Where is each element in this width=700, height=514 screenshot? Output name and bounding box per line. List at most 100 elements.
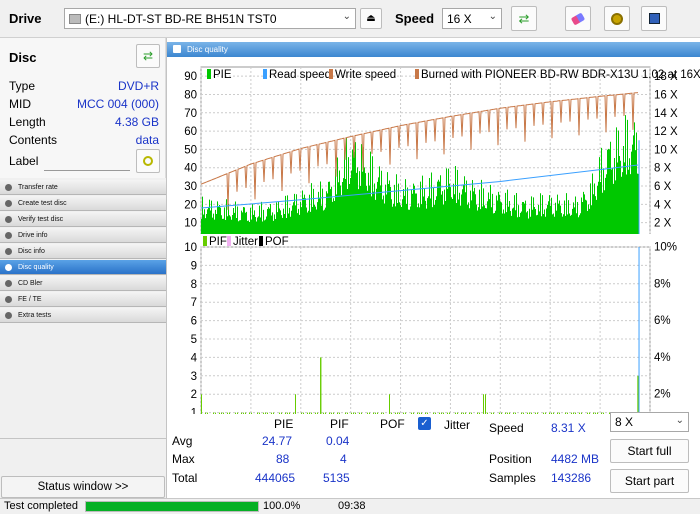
y-tick-label: 10 — [184, 242, 197, 254]
progress-fill — [86, 502, 258, 511]
nav-item-disc-info[interactable]: Disc info — [0, 244, 166, 259]
chevron-down-icon: ⌄ — [488, 11, 497, 22]
disc-contents-value: data — [135, 133, 159, 147]
y-tick-label: 6 — [191, 316, 197, 328]
status-window-button[interactable]: Status window >> — [1, 476, 165, 498]
nav-icon — [5, 232, 12, 239]
legend-label-0: PIE — [213, 69, 232, 81]
nav-label: Drive info — [18, 232, 48, 239]
y2-tick-label: 2% — [654, 389, 671, 401]
position-label: Position — [489, 452, 532, 466]
y-tick-label: 5 — [191, 334, 197, 346]
nav-icon — [5, 280, 12, 287]
test-speed-select[interactable]: 8 X ⌄ — [610, 412, 689, 432]
avg-pif: 0.04 — [326, 434, 350, 448]
legend-swatch — [207, 69, 211, 79]
progress-bar — [85, 501, 259, 512]
y-tick-label: 90 — [184, 71, 197, 83]
gears-icon — [611, 12, 623, 25]
y-tick-label: 2 — [191, 389, 197, 401]
nav-label: FE / TE — [18, 296, 42, 303]
legend-swatch — [227, 236, 231, 246]
y-tick-label: 70 — [184, 108, 197, 120]
y2-tick-label: 12 X — [654, 126, 678, 138]
nav-icon — [5, 248, 12, 255]
disc-type-key: Type — [9, 79, 36, 93]
speed-select[interactable]: 16 X ⌄ — [442, 8, 502, 29]
y-tick-label: 10 — [184, 218, 197, 230]
nav-label: Disc quality — [18, 264, 54, 271]
legend-swatch — [203, 236, 207, 246]
nav-item-cd-bler[interactable]: CD Bler — [0, 276, 166, 291]
drive-select[interactable]: (E:) HL-DT-ST BD-RE BH51N TST0 ⌄ — [64, 8, 356, 29]
y2-tick-label: 4 X — [654, 199, 672, 211]
nav-label: Disc info — [18, 248, 45, 255]
nav-label: Verify test disc — [18, 216, 64, 223]
eraser-icon — [570, 12, 586, 25]
nav-item-drive-info[interactable]: Drive info — [0, 228, 166, 243]
settings-button[interactable] — [604, 6, 630, 31]
save-button[interactable] — [641, 6, 667, 31]
speed-label: Speed — [395, 11, 435, 26]
jitter-checkbox[interactable]: ✓ — [418, 417, 431, 430]
y2-tick-label: 8% — [654, 278, 671, 290]
y-tick-label: 4 — [191, 352, 198, 364]
nav-icon — [5, 296, 12, 303]
disc-refresh-button[interactable]: ⇄ — [136, 44, 160, 68]
y2-tick-label: 2 X — [654, 218, 672, 230]
y2-tick-label: 10% — [654, 242, 677, 254]
divider — [0, 438, 166, 439]
disc-mid-value: MCC 004 (000) — [76, 97, 159, 111]
erase-button[interactable] — [565, 6, 591, 31]
disc-length-value: 4.38 GB — [114, 115, 159, 129]
refresh-icon: ⇄ — [142, 49, 154, 63]
disc-length-key: Length — [9, 115, 46, 129]
nav-item-transfer-rate[interactable]: Transfer rate — [0, 180, 166, 195]
legend-label-0: PIF — [209, 236, 227, 248]
nav-icon — [5, 200, 12, 207]
eject-button[interactable]: ⏏ — [360, 8, 382, 29]
nav-label: CD Bler — [18, 280, 43, 287]
disc-label-button[interactable] — [136, 149, 160, 173]
nav-item-extra-tests[interactable]: Extra tests — [0, 308, 166, 323]
main-panel: Disc quality 0.00.51.01.52.02.53.03.54.0… — [166, 38, 700, 498]
nav-label: Transfer rate — [18, 184, 58, 191]
start-part-button[interactable]: Start part — [610, 469, 689, 493]
y2-tick-label: 6% — [654, 315, 671, 327]
y-tick-label: 50 — [184, 144, 197, 156]
nav-item-create-test-disc[interactable]: Create test disc — [0, 196, 166, 211]
disc-label-key: Label — [9, 154, 39, 168]
nav-item-fe-te[interactable]: FE / TE — [0, 292, 166, 307]
nav-icon — [5, 312, 12, 319]
start-full-label: Start full — [627, 444, 672, 458]
y2-tick-label: 8 X — [654, 163, 672, 175]
pif-chart: 1 2 3 4 5 6 7 8 9 10 2% 4% 6% 8% 10% PIF Jitter POF — [184, 236, 677, 432]
speed-value: 16 X — [447, 11, 472, 26]
disc-mid-key: MID — [9, 97, 31, 111]
refresh-icon: ⇄ — [518, 10, 530, 26]
elapsed-time: 09:38 — [338, 500, 366, 512]
y-tick-label: 20 — [184, 199, 197, 211]
status-bar: Test completed 100.0% 09:38 — [0, 498, 700, 514]
y2-tick-label: 10 X — [654, 144, 678, 156]
disc-label-input[interactable] — [44, 151, 130, 171]
y2-tick-label: 14 X — [654, 108, 678, 120]
label-icon — [143, 156, 153, 166]
y-tick-label: 1 — [191, 408, 197, 414]
speed-value: 8.31 X — [551, 421, 586, 435]
refresh-button[interactable]: ⇄ — [511, 6, 537, 31]
nav-item-disc-quality[interactable]: Disc quality — [0, 260, 166, 275]
toolbar: Drive (E:) HL-DT-ST BD-RE BH51N TST0 ⌄ ⏏… — [0, 0, 700, 38]
nav-item-verify-test-disc[interactable]: Verify test disc — [0, 212, 166, 227]
drive-icon — [69, 13, 81, 24]
nav-label: Create test disc — [18, 200, 67, 207]
y-tick-label: 7 — [191, 297, 197, 309]
start-full-button[interactable]: Start full — [610, 439, 689, 463]
max-pif: 4 — [340, 452, 347, 466]
y2-tick-label: 4% — [654, 352, 671, 364]
legend-swatch — [259, 236, 263, 246]
y-tick-label: 60 — [184, 126, 197, 138]
legend-swatch — [263, 69, 267, 79]
disc-title: Disc — [9, 50, 37, 65]
legend-swatch — [329, 69, 333, 79]
